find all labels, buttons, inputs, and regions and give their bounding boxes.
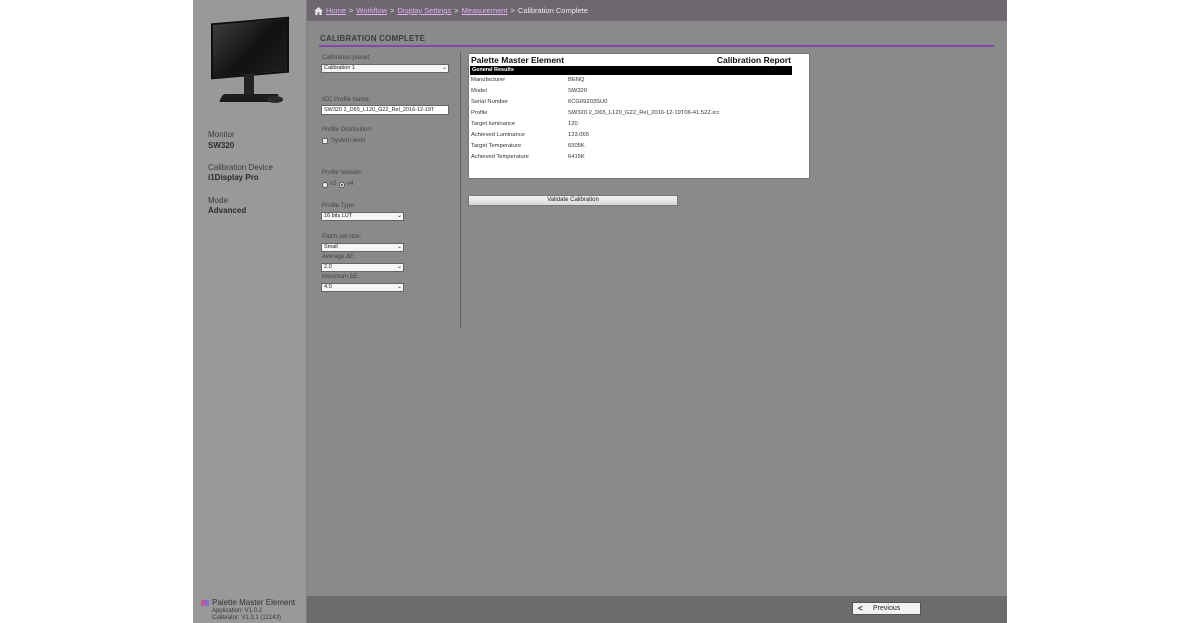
breadcrumb-separator: >	[510, 6, 515, 15]
patch-label: Patch set size:	[322, 234, 362, 240]
breadcrumb-measurement[interactable]: Measurement	[462, 6, 508, 15]
chevron-down-icon: ⌄	[396, 244, 402, 250]
version-v4-radio[interactable]	[339, 182, 345, 188]
column-divider	[460, 52, 461, 328]
chevron-left-icon: <	[858, 604, 863, 613]
profile-type-select[interactable]: 16 bits LUT ⌄	[321, 212, 404, 221]
sidebar: Monitor SW320 Calibration Device i1Displ…	[193, 0, 307, 623]
report-value: 6CG09203SU0	[568, 99, 608, 105]
report-value: 123.065	[568, 132, 589, 138]
report-key: Model	[471, 88, 487, 94]
average-de-label: Average ΔE:	[322, 254, 356, 260]
report-value: 6505K	[568, 143, 585, 149]
icc-profile-name-input[interactable]: SW320 2_D65_L120_G22_Rel_2016-12-19T	[321, 105, 449, 115]
mode-label: Mode	[208, 196, 229, 205]
monitor-value: SW320	[208, 141, 235, 150]
type-label: Profile Type:	[322, 203, 356, 209]
page-title: CALIBRATION COMPLETE	[320, 34, 426, 43]
home-icon[interactable]	[314, 6, 323, 15]
calibration-report: Palette Master Element Calibration Repor…	[468, 53, 810, 179]
chevron-down-icon: ⌄	[441, 65, 447, 71]
footer-bar: < Previous	[307, 596, 1007, 623]
patch-size-select[interactable]: Small ⌄	[321, 243, 404, 252]
breadcrumb-workflow[interactable]: Workflow	[356, 6, 387, 15]
mode-value: Advanced	[208, 206, 247, 215]
breadcrumb-separator: >	[349, 6, 354, 15]
previous-label: Previous	[873, 605, 901, 612]
validate-calibration-button[interactable]: Validate Calibration	[468, 195, 678, 206]
report-subtitle: Calibration Report	[716, 55, 791, 65]
monitor-image	[207, 16, 293, 106]
breadcrumb-display-settings[interactable]: Display Settings	[398, 6, 452, 15]
breadcrumb-separator: >	[390, 6, 395, 15]
chevron-down-icon: ⌄	[396, 213, 402, 219]
maximum-de-value: 4.0	[324, 284, 332, 290]
report-title: Palette Master Element	[471, 55, 565, 65]
version-v4-label: v4	[347, 181, 354, 187]
chevron-down-icon: ⌄	[396, 284, 402, 290]
report-value: 120	[568, 121, 578, 127]
chevron-down-icon: ⌄	[396, 264, 402, 270]
report-key: Achieved Temperature	[471, 154, 529, 160]
patch-size-value: Small	[324, 244, 338, 250]
report-value: SW320	[568, 88, 588, 94]
report-key: Serial Number	[471, 99, 509, 105]
maximum-de-label: Maximum ΔE:	[322, 274, 360, 280]
system-level-checkbox[interactable]	[322, 138, 328, 144]
icc-label: ICC Profile Name:	[322, 97, 371, 103]
report-key: Target Temperature	[471, 143, 522, 149]
preset-label: Calibration preset:	[322, 55, 371, 61]
breadcrumb-home[interactable]: Home	[326, 6, 346, 15]
report-section-header: General Results	[470, 66, 792, 75]
system-level-label: System level	[331, 138, 366, 144]
report-value: SW320 2_D65_L120_G22_Rel_2016-12-19T06-4…	[568, 110, 720, 116]
report-key: Manufacturer	[471, 77, 506, 83]
report-key: Profile	[471, 110, 488, 116]
version-v2-radio[interactable]	[322, 182, 328, 188]
breadcrumb-separator: >	[454, 6, 459, 15]
device-value: i1Display Pro	[208, 173, 259, 182]
monitor-label: Monitor	[208, 130, 235, 139]
calibrator-version: Calibrator: V1.3.1 (12143)	[212, 615, 282, 621]
report-value: BENQ	[568, 77, 585, 83]
report-key: Achieved Luminance	[471, 132, 525, 138]
app-version: Application: V1.0.2	[212, 608, 263, 614]
breadcrumb: Home > Workflow > Display Settings > Mea…	[307, 0, 1007, 21]
profile-type-value: 16 bits LUT	[324, 213, 353, 219]
distribution-label: Profile Distribution:	[322, 127, 373, 133]
previous-button[interactable]: < Previous	[852, 602, 921, 615]
title-divider	[319, 45, 994, 47]
app-name: Palette Master Element	[212, 598, 296, 607]
maximum-de-select[interactable]: 4.0 ⌄	[321, 283, 404, 292]
average-de-select[interactable]: 2.0 ⌄	[321, 263, 404, 272]
report-value: 6415K	[568, 154, 585, 160]
breadcrumb-current: Calibration Complete	[517, 6, 588, 15]
average-de-value: 2.0	[324, 264, 332, 270]
app-logo-icon	[201, 599, 209, 606]
version-v2-label: v2	[330, 181, 337, 187]
app-window: Monitor SW320 Calibration Device i1Displ…	[193, 0, 1007, 623]
preset-select[interactable]: Calibration 1 ⌄	[321, 64, 449, 73]
report-key: Target luminance	[471, 121, 516, 127]
device-label: Calibration Device	[208, 163, 273, 172]
version-label: Profile Version:	[322, 170, 363, 176]
preset-value: Calibration 1	[324, 65, 355, 71]
app-brand: Palette Master Element	[201, 598, 295, 607]
